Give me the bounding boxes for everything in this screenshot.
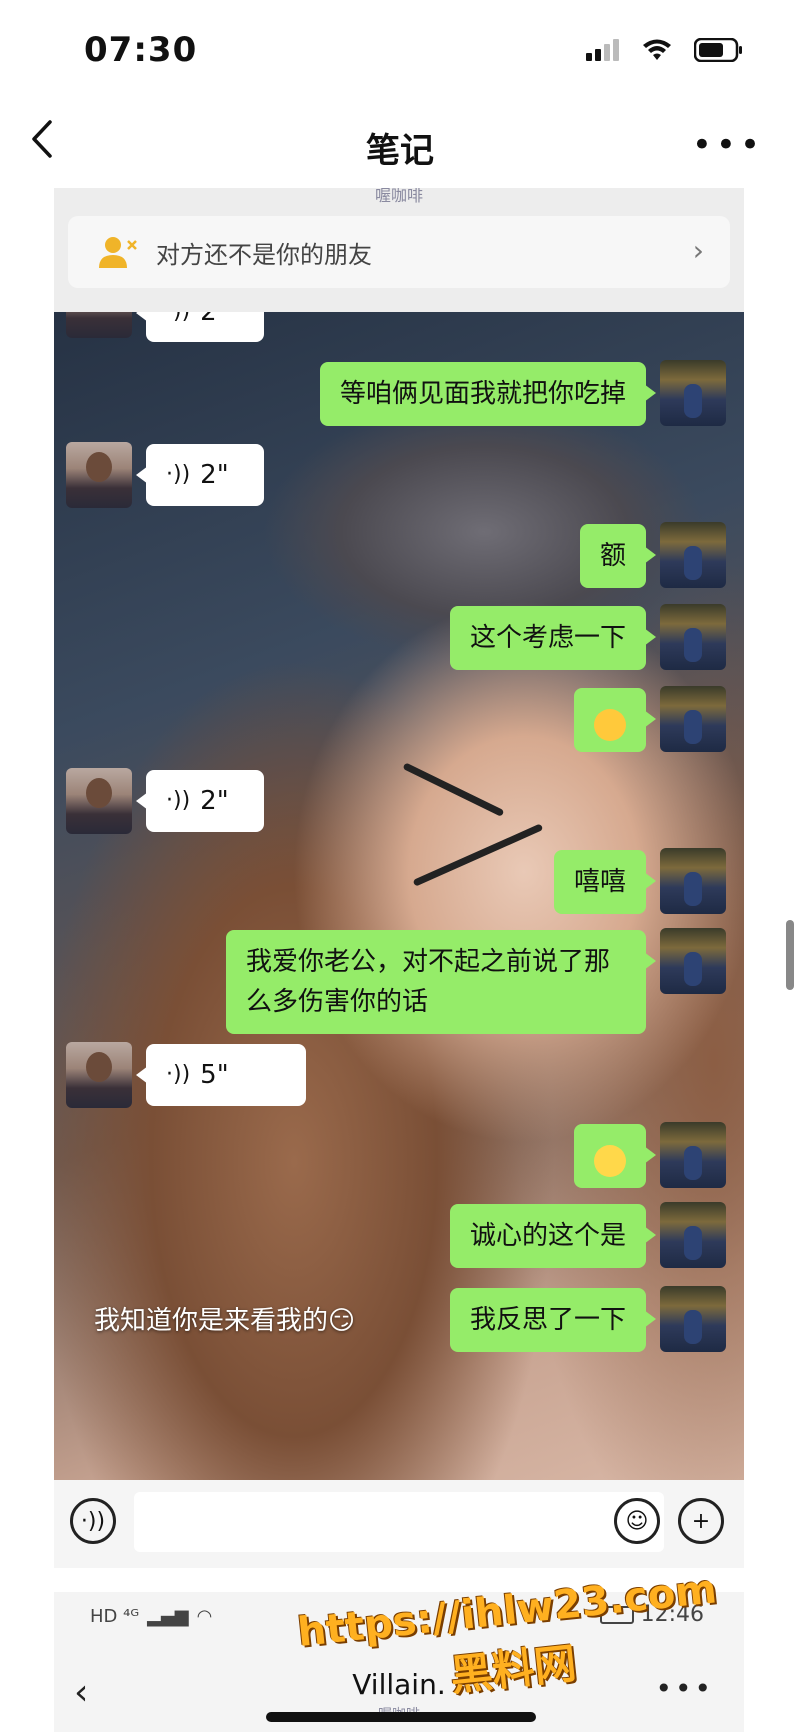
user-blocked-icon bbox=[99, 237, 137, 268]
my-avatar[interactable] bbox=[660, 522, 726, 588]
cellular-signal-icon bbox=[586, 39, 619, 61]
voice-message[interactable]: ·)) 5" bbox=[136, 1044, 306, 1106]
sent-text-message[interactable]: 额 bbox=[579, 524, 657, 588]
face-mark bbox=[412, 823, 544, 887]
grin-emoji-icon bbox=[594, 708, 626, 741]
wifi-icon bbox=[643, 39, 671, 60]
my-avatar[interactable] bbox=[660, 848, 726, 914]
voice-wave-icon: ·)) bbox=[166, 462, 191, 487]
voice-input-button[interactable]: ·)) bbox=[70, 1498, 116, 1544]
voice-duration: 2" bbox=[200, 786, 229, 816]
my-avatar[interactable] bbox=[660, 1202, 726, 1268]
my-avatar[interactable] bbox=[660, 686, 726, 752]
sent-emoji-message[interactable] bbox=[574, 688, 656, 752]
battery-icon bbox=[694, 38, 742, 62]
voice-duration: 2" bbox=[200, 312, 229, 327]
more-plus-button[interactable]: + bbox=[678, 1498, 724, 1544]
voice-duration: 2" bbox=[200, 460, 229, 490]
voice-wave-icon: ·)) bbox=[166, 312, 190, 332]
message-input[interactable] bbox=[134, 1492, 664, 1552]
status-time: 07:30 bbox=[84, 30, 198, 70]
sent-emoji-message[interactable] bbox=[574, 1124, 656, 1188]
chat-background-photo: ·)) 2" 等咱俩见面我就把你吃掉 ·)) 2" 额 这个考虑一下 ·)) 2… bbox=[54, 312, 744, 1480]
wifi-icon: ◠ bbox=[196, 1606, 213, 1627]
my-avatar[interactable] bbox=[660, 604, 726, 670]
sent-text-message[interactable]: 等咱俩见面我就把你吃掉 bbox=[319, 362, 657, 426]
not-friend-banner[interactable]: 对方还不是你的朋友 › bbox=[68, 216, 730, 288]
voice-wave-icon: ·)) bbox=[166, 788, 191, 813]
status-bar: 07:30 bbox=[0, 0, 800, 100]
voice-message[interactable]: ·)) 2" bbox=[136, 770, 264, 832]
more-dots-icon: ••• bbox=[691, 125, 764, 165]
embedded-chat-screenshot: 喔咖啡 对方还不是你的朋友 › ·)) 2" 等咱俩见面我就把你吃掉 ·)) 2… bbox=[54, 188, 744, 1568]
photo-overlay-caption: 我知道你是来看我的😏 bbox=[94, 1306, 356, 1336]
sent-text-message[interactable]: 我反思了一下 bbox=[449, 1288, 657, 1352]
chat-input-bar: ·)) ☺ + bbox=[54, 1480, 744, 1568]
emoji-button[interactable]: ☺ bbox=[614, 1498, 660, 1544]
contact-avatar[interactable] bbox=[66, 768, 132, 834]
hug-emoji-icon bbox=[594, 1144, 626, 1177]
sent-text-message[interactable]: 嘻嘻 bbox=[553, 850, 657, 914]
contact-avatar[interactable] bbox=[66, 1042, 132, 1108]
contact-avatar[interactable] bbox=[66, 312, 132, 338]
sent-text-message[interactable]: 我爱你老公，对不起之前说了那么多伤害你的话 bbox=[226, 930, 656, 1034]
status-icons bbox=[586, 38, 744, 62]
home-indicator[interactable] bbox=[266, 1712, 536, 1722]
more-options-button[interactable]: ••• bbox=[692, 125, 764, 165]
shot2-status-left: HD ⁴ᴳ ▂▄▆ ◠ bbox=[90, 1606, 212, 1627]
voice-wave-icon: ·)) bbox=[166, 1062, 191, 1087]
my-avatar[interactable] bbox=[660, 1286, 726, 1352]
face-mark bbox=[402, 762, 505, 817]
not-friend-text: 对方还不是你的朋友 bbox=[156, 240, 372, 269]
plus-icon: + bbox=[691, 1508, 711, 1534]
my-avatar[interactable] bbox=[660, 360, 726, 426]
voice-message[interactable]: ·)) 2" bbox=[136, 444, 264, 506]
voice-duration: 5" bbox=[200, 1060, 229, 1090]
voice-message[interactable]: ·)) 2" bbox=[136, 312, 264, 342]
voice-icon: ·)) bbox=[80, 1508, 106, 1534]
my-avatar[interactable] bbox=[660, 1122, 726, 1188]
sent-text-message[interactable]: 这个考虑一下 bbox=[449, 606, 657, 670]
chevron-right-icon: › bbox=[692, 234, 704, 267]
chat-top-label: 喔咖啡 bbox=[374, 188, 423, 205]
nav-bar: 笔记 ••• bbox=[0, 105, 800, 185]
my-avatar[interactable] bbox=[660, 928, 726, 994]
hd-label: HD ⁴ᴳ bbox=[90, 1606, 140, 1627]
contact-avatar[interactable] bbox=[66, 442, 132, 508]
smiley-icon: ☺ bbox=[625, 1508, 649, 1534]
page-title: 笔记 bbox=[366, 131, 434, 171]
sent-text-message[interactable]: 诚心的这个是 bbox=[449, 1204, 657, 1268]
signal-icon: ▂▄▆ bbox=[147, 1606, 189, 1627]
scrollbar[interactable] bbox=[786, 920, 794, 990]
